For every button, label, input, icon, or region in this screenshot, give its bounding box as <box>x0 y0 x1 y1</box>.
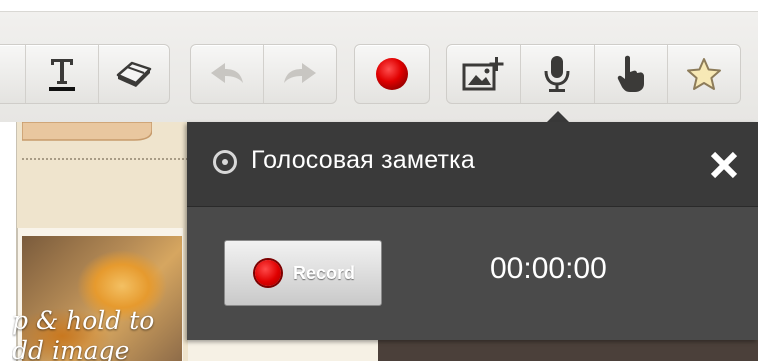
undo-button[interactable] <box>191 45 264 103</box>
microphone-icon <box>542 54 572 94</box>
popup-header: Голосовая заметка <box>187 122 758 207</box>
popup-title: Голосовая заметка <box>251 146 475 174</box>
hidden-tool-button[interactable] <box>0 45 26 103</box>
eraser-icon <box>114 59 154 89</box>
text-tool-button[interactable] <box>26 45 99 103</box>
record-toggle-button[interactable] <box>355 45 429 103</box>
redo-arrow-icon <box>282 61 318 87</box>
pointer-button[interactable] <box>595 45 669 103</box>
eraser-tool-button[interactable] <box>99 45 169 103</box>
toolbar-top-border <box>0 11 758 12</box>
radio-icon <box>213 150 237 174</box>
canvas-bottom-light <box>188 340 378 361</box>
page-tab <box>21 121 153 148</box>
record-dot-icon <box>255 260 281 286</box>
star-icon <box>686 57 722 91</box>
redo-button[interactable] <box>264 45 336 103</box>
text-icon <box>47 56 77 92</box>
recording-timer: 00:00:00 <box>490 252 607 285</box>
record-dot-icon <box>375 57 409 91</box>
image-placeholder-text: p & hold to dd image <box>12 306 155 361</box>
dotted-divider <box>22 158 188 160</box>
add-image-icon <box>461 55 505 93</box>
recording-group <box>354 44 430 104</box>
close-icon[interactable] <box>707 148 741 182</box>
media-group <box>446 44 741 104</box>
history-group <box>190 44 337 104</box>
record-button[interactable]: Record <box>224 240 382 306</box>
record-button-label: Record <box>293 262 356 283</box>
canvas-bottom <box>188 340 758 361</box>
add-image-button[interactable] <box>447 45 521 103</box>
toolbar <box>0 0 758 122</box>
format-group <box>0 44 170 104</box>
voice-note-button[interactable] <box>521 45 595 103</box>
undo-arrow-icon <box>209 61 245 87</box>
hand-pointer-icon <box>615 54 647 94</box>
favorite-button[interactable] <box>668 45 740 103</box>
voice-note-popup: Голосовая заметка Record 00:00:00 <box>187 122 758 340</box>
